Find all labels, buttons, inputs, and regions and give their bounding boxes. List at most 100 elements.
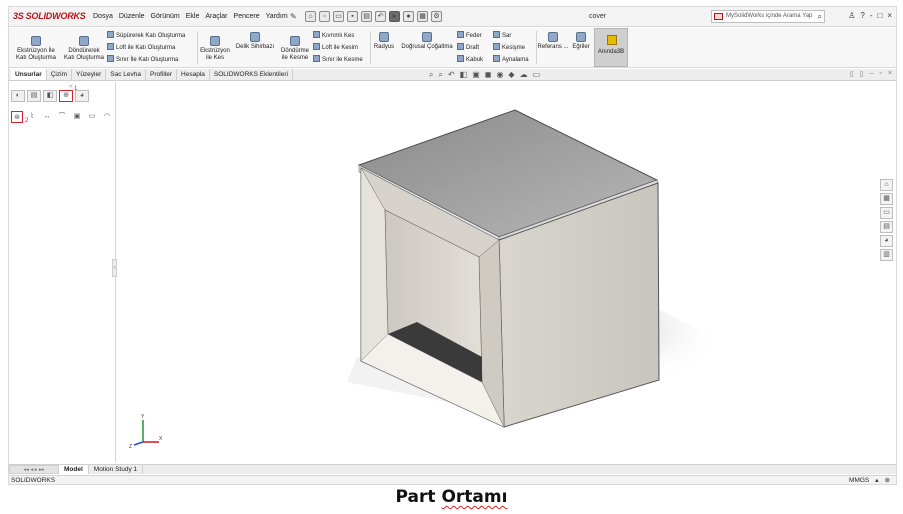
sweep-button[interactable]: Süpürerek Katı Oluşturma xyxy=(107,31,185,40)
options-icon[interactable]: ⚙ xyxy=(431,11,442,22)
draft-button[interactable]: Draft xyxy=(457,43,479,52)
extrude-cut-button[interactable]: Ekstrüzyon ile Kes xyxy=(198,36,232,62)
tab-hesapla[interactable]: Hesapla xyxy=(177,69,210,80)
save-icon[interactable]: ▪ xyxy=(347,11,358,22)
revolve-cut-button[interactable]: Döndürme ile Kesme xyxy=(277,36,313,62)
menu-dosya[interactable]: Dosya xyxy=(93,13,113,20)
open-icon[interactable]: ▭ xyxy=(333,11,344,22)
select-icon[interactable]: ▸ xyxy=(389,11,400,22)
feature-tree-tab-icon[interactable]: ◐ xyxy=(11,90,25,102)
tab-scroll-buttons[interactable]: ◂◂ ◂ ▸ ▸▸ xyxy=(9,465,59,474)
datum-icon[interactable]: ▣ xyxy=(71,111,83,123)
display-manager-tab-icon[interactable]: ◕ xyxy=(75,90,89,102)
zoom-area-icon[interactable]: ⌕ xyxy=(438,70,442,80)
intersect-button[interactable]: Kesişme xyxy=(493,43,525,52)
restore-button[interactable]: □ xyxy=(877,11,882,20)
undo-icon[interactable]: ↶ xyxy=(375,11,386,22)
status-bar: SOLIDWORKS MMGS ▴ ⊛ xyxy=(9,475,896,484)
hole-wizard-icon xyxy=(250,32,260,42)
revolve-boss-button[interactable]: Döndürerek Katı Oluşturma xyxy=(61,36,107,62)
custom-properties-icon[interactable]: ▥ xyxy=(880,249,893,261)
collapse-icon[interactable]: « xyxy=(69,83,73,90)
reference-geometry-button[interactable]: Referans ... xyxy=(537,32,569,51)
design-library-icon[interactable]: ▦ xyxy=(880,193,893,205)
display-style-icon[interactable]: ◼ xyxy=(485,70,492,80)
view-orientation-icon[interactable]: ▣ xyxy=(472,70,480,80)
appearances-icon[interactable]: ◕ xyxy=(880,235,893,247)
viewport-minimize-icon[interactable]: – xyxy=(870,70,874,78)
print-icon[interactable]: ▤ xyxy=(361,11,372,22)
zoom-to-fit-icon[interactable]: ⌕ xyxy=(429,70,433,80)
tab-yuzeyler[interactable]: Yüzeyler xyxy=(72,69,107,80)
file-explorer-icon[interactable]: ▭ xyxy=(880,207,893,219)
close-button[interactable]: × xyxy=(887,11,892,20)
view-palette-icon[interactable]: ▤ xyxy=(880,221,893,233)
menu-duzenle[interactable]: Düzenle xyxy=(119,13,145,20)
configuration-manager-tab-icon[interactable]: ◧ xyxy=(43,90,57,102)
dimxpert-tab-icon[interactable]: ⊕ xyxy=(59,90,73,102)
new-document-icon[interactable]: ▫ xyxy=(319,11,330,22)
tab-model[interactable]: Model xyxy=(59,465,89,474)
scene-icon[interactable]: ☁ xyxy=(520,70,528,80)
shell-button[interactable]: Kabuk xyxy=(457,55,483,64)
swept-cut-button[interactable]: Kıvrımlı Kes xyxy=(313,31,354,40)
menu-araclar[interactable]: Araçlar xyxy=(205,13,227,20)
geometric-tolerance-icon[interactable]: ▭ xyxy=(86,111,98,123)
rib-button[interactable]: Feder xyxy=(457,31,482,40)
search-icon[interactable]: ⌕ xyxy=(818,11,822,22)
linear-pattern-button[interactable]: Doğrusal Çoğaltma xyxy=(398,32,456,51)
units-dropdown-icon[interactable]: ▴ xyxy=(875,476,878,484)
tab-profiller[interactable]: Profiller xyxy=(146,69,178,80)
tab-cizim[interactable]: Çizim xyxy=(47,69,72,80)
user-icon[interactable]: ♙ xyxy=(848,11,855,20)
auto-dimension-scheme-icon[interactable]: ⊛ xyxy=(11,111,23,123)
boundary-boss-button[interactable]: Sınır İle Katı Oluşturma xyxy=(107,55,178,64)
fillet-button[interactable]: Radyus xyxy=(371,32,397,51)
loft-button[interactable]: Loft ile Katı Oluşturma xyxy=(107,43,175,52)
quick-tips-icon[interactable]: ⊛ xyxy=(885,476,890,484)
hole-wizard-button[interactable]: Delik Sihirbazı xyxy=(233,32,277,51)
units-selector[interactable]: MMGS xyxy=(849,476,869,484)
tab-unsurlar[interactable]: Unsurlar xyxy=(11,69,47,80)
mirror-button[interactable]: Aynalama xyxy=(493,55,529,64)
section-view-icon[interactable]: ◧ xyxy=(460,70,468,80)
file-properties-icon[interactable]: ▦ xyxy=(417,11,428,22)
menu-pencere[interactable]: Pencere xyxy=(234,13,260,20)
extrude-boss-button[interactable]: Ekstrüzyon İle Katı Oluşturma xyxy=(11,36,61,62)
viewport-layout-icon[interactable]: ▯ xyxy=(850,70,854,78)
hide-show-icon[interactable]: ◉ xyxy=(496,70,503,80)
graphics-area[interactable]: Y X Z ⌂ ▦ ▭ ▤ ◕ ▥ xyxy=(117,82,896,462)
tab-eklentiler[interactable]: SOLIDWORKS Eklentileri xyxy=(210,69,293,80)
property-manager-tab-icon[interactable]: ▤ xyxy=(27,90,41,102)
menu-yardim[interactable]: Yardım xyxy=(266,13,288,20)
minimize-button[interactable]: - xyxy=(870,11,873,20)
sweep-icon xyxy=(107,31,114,38)
curves-button[interactable]: Eğriler xyxy=(570,32,592,51)
lofted-cut-button[interactable]: Loft ile Kesim xyxy=(313,43,358,52)
resources-icon[interactable]: ⌂ xyxy=(880,179,893,191)
pin-icon[interactable]: ✎ xyxy=(290,12,297,21)
extrude-icon xyxy=(31,36,41,46)
viewport-close-icon[interactable]: × xyxy=(888,70,892,78)
view-settings-icon[interactable]: ▭ xyxy=(533,70,541,80)
viewport-tile-icon[interactable]: ▯ xyxy=(860,70,864,78)
instant3d-button[interactable]: Anında3B xyxy=(594,28,628,67)
location-dimension-icon[interactable]: ↔ xyxy=(41,111,53,123)
appearance-icon[interactable]: ◆ xyxy=(508,70,514,80)
previous-view-icon[interactable]: ↶ xyxy=(448,70,455,80)
cover-model[interactable] xyxy=(117,82,896,462)
tab-sac-levha[interactable]: Sac Levha xyxy=(106,69,146,80)
boundary-cut-button[interactable]: Sınır ile Kesme xyxy=(313,55,363,64)
rebuild-icon[interactable]: ● xyxy=(403,11,414,22)
home-icon[interactable]: ⌂ xyxy=(305,11,316,22)
size-dimension-icon[interactable]: ⌇ xyxy=(26,111,38,123)
menu-gorunum[interactable]: Görünüm xyxy=(151,13,180,20)
surface-profile-icon[interactable]: ◠ xyxy=(101,111,113,123)
menu-ekle[interactable]: Ekle xyxy=(186,13,200,20)
help-button[interactable]: ? xyxy=(860,11,864,20)
search-input[interactable]: MySolidWorks içinde Arama Yap ⌕ xyxy=(711,10,825,23)
viewport-restore-icon[interactable]: ▫ xyxy=(879,70,881,78)
tab-motion-study[interactable]: Motion Study 1 xyxy=(89,465,144,474)
wrap-button[interactable]: Sar xyxy=(493,31,511,40)
chain-dimension-icon[interactable]: ⌒ xyxy=(56,111,68,123)
